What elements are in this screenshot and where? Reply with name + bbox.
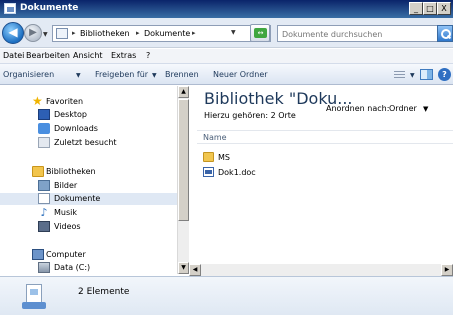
nav-recent[interactable]: Zuletzt besucht [0, 137, 177, 149]
breadcrumb-dokumente[interactable]: Dokumente [144, 29, 190, 38]
command-bar: Organisieren ▼ Freigeben für ▼ Brennen N… [0, 63, 453, 85]
nav-computer[interactable]: Computer [0, 249, 177, 261]
view-dropdown-icon[interactable]: ▼ [410, 72, 415, 79]
file-row-ms[interactable]: MS [203, 152, 403, 164]
menu-help[interactable]: ? [146, 51, 150, 60]
share-dropdown-icon[interactable]: ▼ [152, 72, 157, 79]
scroll-down-icon[interactable]: ▼ [178, 262, 189, 274]
scroll-left-icon[interactable]: ◀ [189, 264, 201, 276]
menu-datei[interactable]: Datei [3, 51, 24, 60]
nav-libraries-label: Bibliotheken [46, 167, 96, 176]
nav-documents-label: Dokumente [54, 194, 101, 203]
nav-pictures[interactable]: Bilder [0, 180, 177, 192]
scroll-up-icon[interactable]: ▲ [178, 86, 189, 98]
nav-desktop-label: Desktop [54, 110, 87, 119]
navigation-bar: ◀ ▶ ▼ ▸ Bibliotheken ▸ Dokumente ▸ ▼ ↔ [0, 18, 453, 48]
back-button[interactable]: ◀ [2, 22, 24, 44]
nav-desktop[interactable]: Desktop [0, 109, 177, 121]
nav-recent-label: Zuletzt besucht [54, 138, 117, 147]
nav-documents[interactable]: Dokumente [0, 193, 177, 205]
new-folder-button[interactable]: Neuer Ordner [213, 70, 268, 79]
videos-icon [38, 221, 50, 232]
menu-extras[interactable]: Extras [111, 51, 136, 60]
title-bar[interactable]: Dokumente _ □ X [0, 0, 453, 18]
scroll-thumb[interactable] [178, 99, 189, 221]
breadcrumb-separator-icon[interactable]: ▸ [136, 29, 140, 37]
help-icon[interactable]: ? [438, 68, 451, 81]
window-title: Dokumente [20, 3, 79, 13]
recent-pages-dropdown-icon[interactable]: ▼ [43, 31, 48, 38]
arrange-by-label: Anordnen nach: [326, 104, 390, 113]
breadcrumb-separator-icon[interactable]: ▸ [72, 29, 76, 37]
column-header-label: Name [203, 133, 227, 142]
menu-bearbeiten[interactable]: Bearbeiten [26, 51, 70, 60]
burn-button[interactable]: Brennen [165, 70, 199, 79]
file-row-dok1[interactable]: Dok1.doc [203, 167, 403, 179]
column-header-name[interactable]: Name [197, 130, 453, 144]
menu-bar: Datei Bearbeiten Ansicht Extras ? [0, 49, 453, 63]
drive-icon [38, 262, 50, 273]
search-icon[interactable] [437, 25, 453, 42]
search-box[interactable] [277, 25, 441, 42]
breadcrumb-separator-icon[interactable]: ▸ [192, 29, 196, 37]
maximize-button[interactable]: □ [423, 2, 437, 15]
file-list-pane: Bibliothek "Doku... Hierzu gehören: 2 Or… [189, 86, 453, 264]
music-icon: ♪ [40, 206, 48, 219]
recent-places-icon [38, 137, 50, 148]
nav-computer-label: Computer [46, 250, 86, 259]
downloads-icon [38, 123, 50, 134]
arrange-by-dropdown[interactable]: Ordner [389, 104, 417, 113]
window-icon [4, 3, 16, 14]
library-includes-link[interactable]: Hierzu gehören: 2 Orte [204, 111, 296, 120]
organize-dropdown-icon[interactable]: ▼ [76, 72, 81, 79]
minimize-button[interactable]: _ [409, 2, 423, 15]
nav-pictures-label: Bilder [54, 181, 78, 190]
desktop-icon [38, 109, 50, 120]
refresh-icon: ↔ [254, 28, 267, 38]
nav-videos-label: Videos [54, 222, 81, 231]
nav-drive-c-label: Data (C:) [54, 263, 91, 272]
library-icon [56, 28, 68, 39]
nav-music-label: Musik [54, 208, 77, 217]
preview-pane-icon[interactable] [420, 69, 433, 80]
scroll-right-icon[interactable]: ▶ [441, 264, 453, 276]
nav-downloads[interactable]: Downloads [0, 123, 177, 135]
star-icon: ★ [32, 94, 43, 108]
pictures-icon [38, 180, 50, 191]
search-input[interactable] [282, 28, 412, 40]
file-name: Dok1.doc [218, 168, 256, 177]
navpane-vertical-scrollbar[interactable]: ▲ ▼ [177, 86, 189, 274]
menu-ansicht[interactable]: Ansicht [73, 51, 103, 60]
address-bar[interactable]: ▸ Bibliotheken ▸ Dokumente ▸ ▼ [52, 25, 271, 42]
nav-favorites-label: Favoriten [46, 97, 84, 106]
nav-videos[interactable]: Videos [0, 221, 177, 233]
nav-libraries[interactable]: Bibliotheken [0, 166, 177, 178]
library-documents-icon [22, 284, 46, 310]
word-document-icon [203, 167, 214, 177]
nav-music[interactable]: ♪ Musik [0, 207, 177, 219]
item-count: 2 Elemente [78, 287, 130, 297]
content-horizontal-scrollbar[interactable]: ◀ ▶ [189, 264, 453, 276]
address-dropdown-icon[interactable]: ▼ [231, 29, 236, 36]
libraries-icon [32, 166, 44, 177]
share-button[interactable]: Freigeben für [95, 70, 148, 79]
organize-button[interactable]: Organisieren [3, 70, 54, 79]
documents-icon [38, 193, 50, 204]
nav-favorites[interactable]: ★ Favoriten [0, 94, 177, 108]
nav-downloads-label: Downloads [54, 124, 98, 133]
close-button[interactable]: X [437, 2, 451, 15]
details-pane: 2 Elemente [0, 276, 453, 315]
arrange-dropdown-icon[interactable]: ▼ [423, 105, 428, 113]
nav-drive-c[interactable]: Data (C:) [0, 262, 177, 274]
explorer-window: Dokumente _ □ X ◀ ▶ ▼ ▸ Bibliotheken ▸ D… [0, 0, 453, 315]
breadcrumb-bibliotheken[interactable]: Bibliotheken [80, 29, 130, 38]
computer-icon [32, 249, 44, 260]
folder-icon [203, 152, 214, 162]
forward-button[interactable]: ▶ [24, 24, 42, 42]
change-view-icon[interactable] [393, 69, 406, 80]
refresh-button[interactable]: ↔ [250, 24, 270, 42]
file-name: MS [218, 153, 230, 162]
navigation-pane: ★ Favoriten Desktop Downloads Zuletzt be… [0, 86, 177, 274]
